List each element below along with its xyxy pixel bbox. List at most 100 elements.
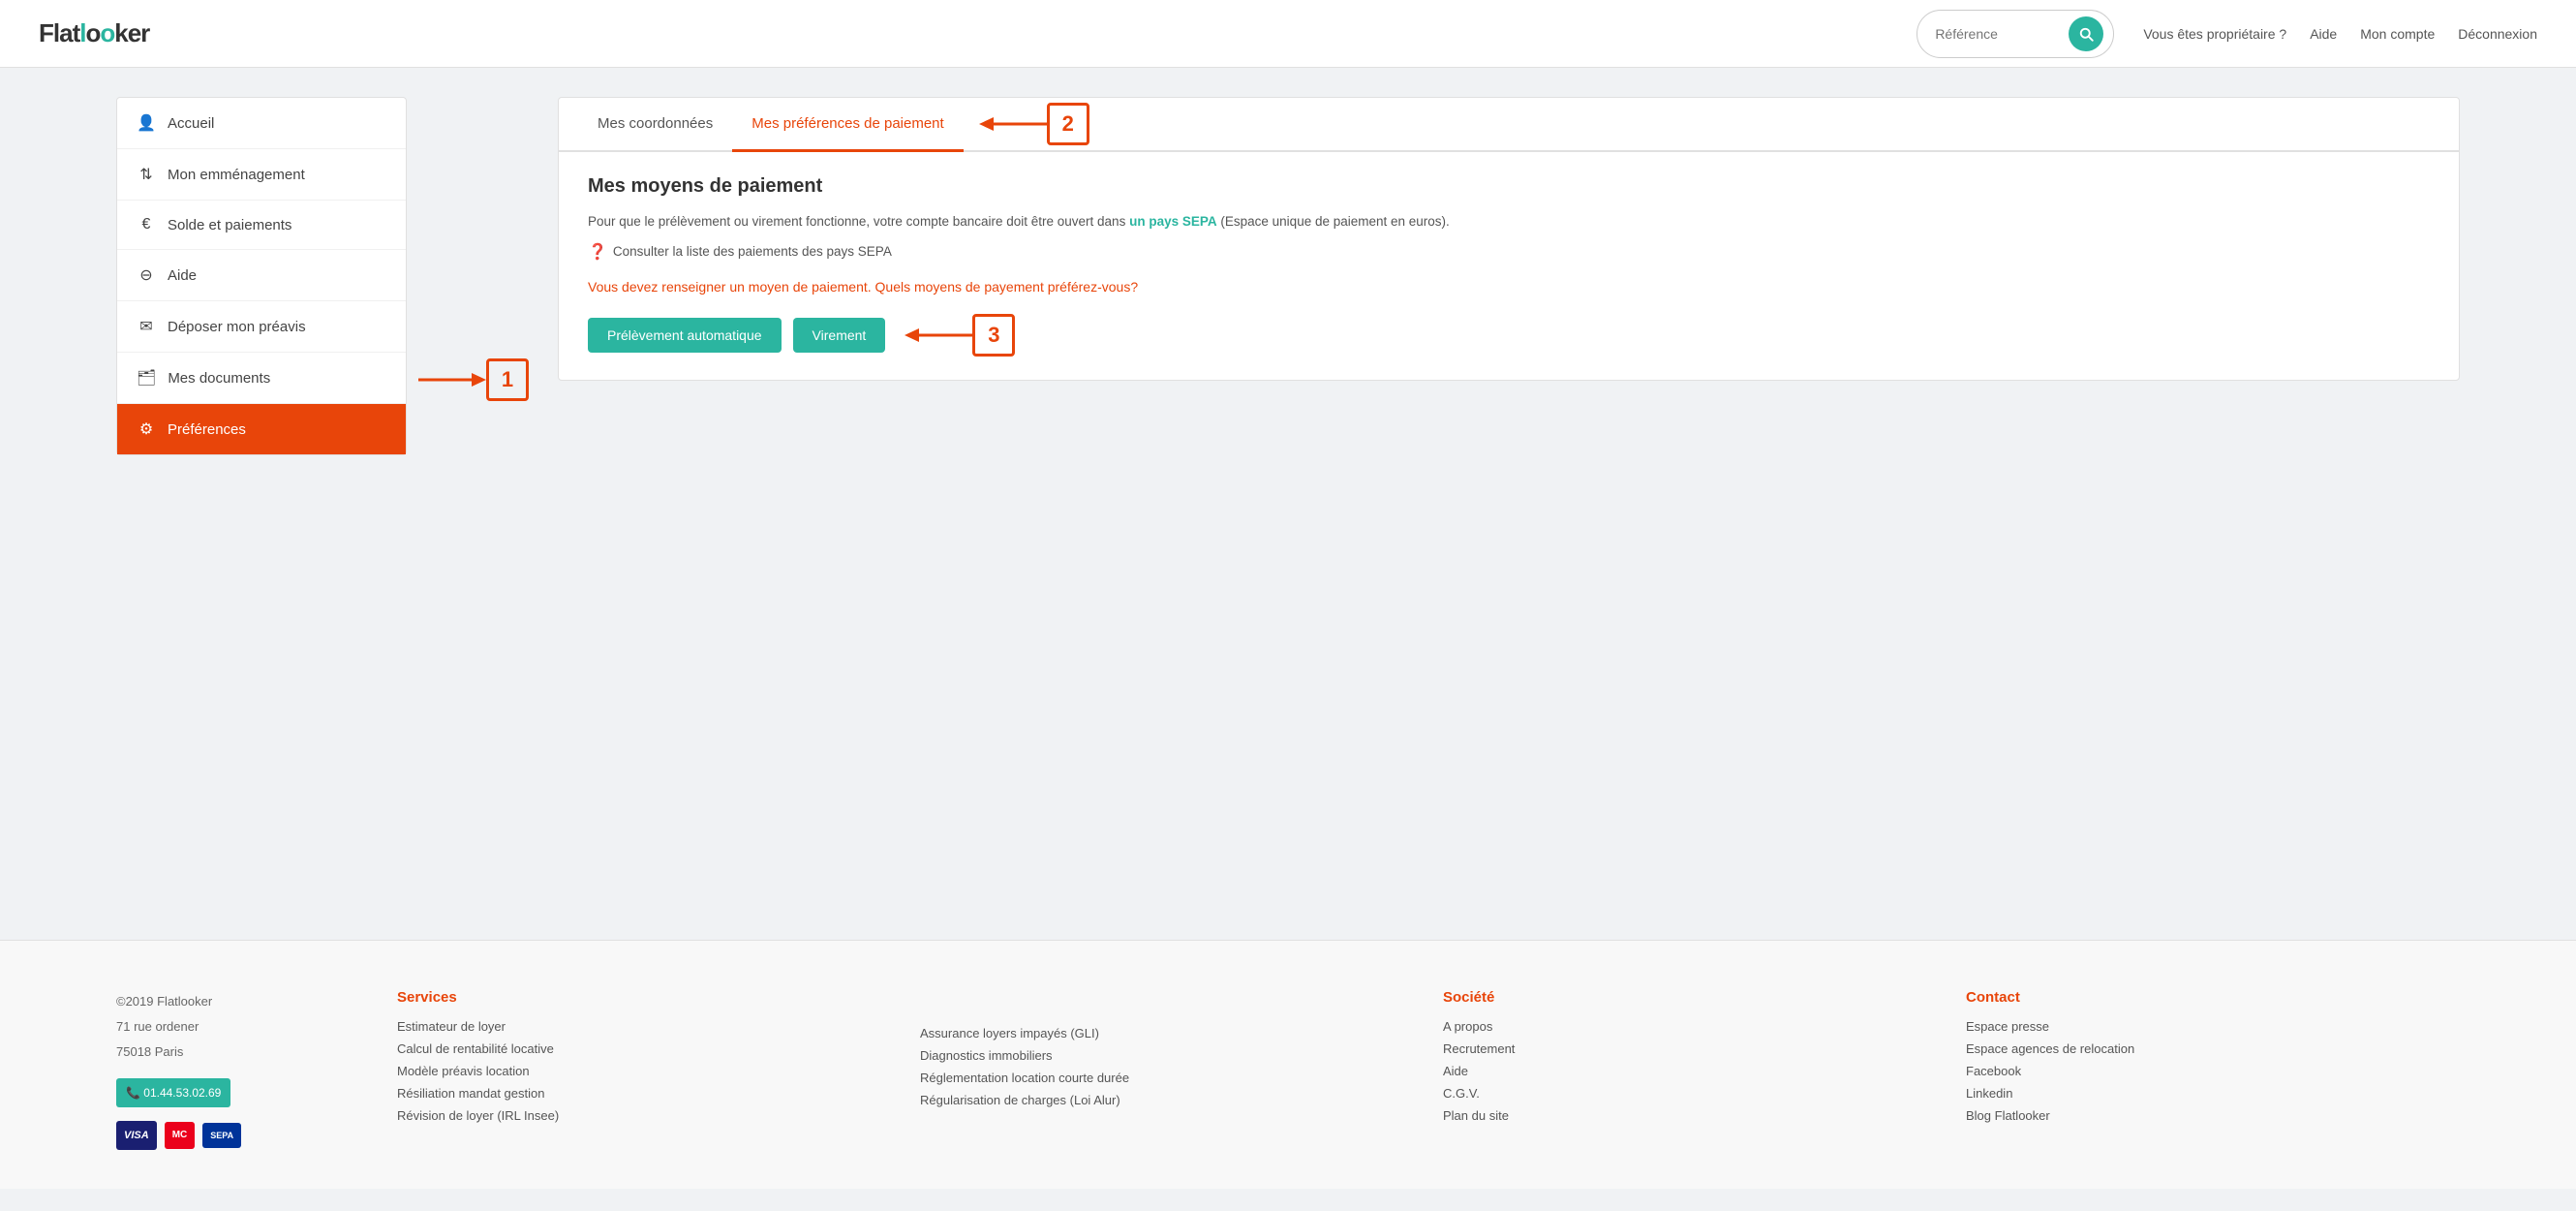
sidebar-item-documents[interactable]: 🗂 Mes documents bbox=[117, 353, 406, 404]
footer-address1: 71 rue ordener bbox=[116, 1014, 368, 1040]
owner-link[interactable]: Vous êtes propriétaire ? bbox=[2143, 26, 2286, 42]
search-bar bbox=[1917, 10, 2114, 58]
help-link[interactable]: Aide bbox=[2310, 26, 2337, 42]
help-circle-icon: ⊖ bbox=[137, 265, 156, 285]
footer-link-assurance[interactable]: Assurance loyers impayés (GLI) bbox=[920, 1026, 1414, 1040]
search-button[interactable] bbox=[2069, 16, 2103, 51]
visa-card: VISA bbox=[116, 1121, 157, 1150]
btn-prelevement[interactable]: Prélèvement automatique bbox=[588, 318, 782, 353]
footer-contact: Contact Espace presse Espace agences de … bbox=[1966, 989, 2460, 1150]
section-title: Mes moyens de paiement bbox=[588, 175, 2430, 198]
societe-title: Société bbox=[1443, 989, 1937, 1006]
footer-grid: ©2019 Flatlooker 71 rue ordener 75018 Pa… bbox=[116, 989, 2460, 1150]
annotation-2-group: 2 bbox=[979, 103, 1089, 145]
footer-address2: 75018 Paris bbox=[116, 1040, 368, 1065]
footer-link-resiliation[interactable]: Résiliation mandat gestion bbox=[397, 1086, 891, 1101]
footer-copyright: ©2019 Flatlooker bbox=[116, 989, 368, 1014]
content-wrapper: Mes coordonnées Mes préférences de paiem… bbox=[558, 97, 2460, 911]
footer-societe: Société A propos Recrutement Aide C.G.V.… bbox=[1443, 989, 1937, 1150]
sepa-card: SEPA bbox=[202, 1123, 241, 1148]
button-group-row: Prélèvement automatique Virement 3 bbox=[588, 314, 2430, 357]
footer-link-reglementation[interactable]: Réglementation location courte durée bbox=[920, 1071, 1414, 1085]
sidebar-label-aide: Aide bbox=[168, 267, 197, 284]
footer-link-presse[interactable]: Espace presse bbox=[1966, 1019, 2460, 1034]
envelope-icon: ✉ bbox=[137, 317, 156, 336]
annotation-1-group: 1 bbox=[418, 358, 529, 401]
footer-link-blog[interactable]: Blog Flatlooker bbox=[1966, 1108, 2460, 1123]
user-icon: 👤 bbox=[137, 113, 156, 133]
question-icon: ❓ bbox=[588, 242, 607, 262]
arrows-icon: ⇅ bbox=[137, 165, 156, 184]
sidebar-container: 👤 Accueil ⇅ Mon emménagement € Solde et … bbox=[116, 97, 529, 911]
tab-preferences-paiement[interactable]: Mes préférences de paiement bbox=[732, 98, 963, 152]
sidebar-item-accueil[interactable]: 👤 Accueil bbox=[117, 98, 406, 149]
content-body: Mes moyens de paiement Pour que le prélè… bbox=[559, 152, 2459, 380]
annotation-3-group: 3 bbox=[905, 314, 1015, 357]
gear-icon: ⚙ bbox=[137, 419, 156, 439]
logout-link[interactable]: Déconnexion bbox=[2458, 26, 2537, 42]
folder-icon: 🗂 bbox=[137, 368, 156, 388]
sidebar-label-documents: Mes documents bbox=[168, 370, 270, 387]
search-icon bbox=[2077, 25, 2095, 43]
services-title: Services bbox=[397, 989, 891, 1006]
consult-link[interactable]: ❓ Consulter la liste des paiements des p… bbox=[588, 242, 2430, 262]
sidebar-label-accueil: Accueil bbox=[168, 115, 214, 132]
tab-coordonnees[interactable]: Mes coordonnées bbox=[578, 98, 732, 152]
sepa-link[interactable]: un pays SEPA bbox=[1129, 214, 1217, 229]
footer-services-col2: Assurance loyers impayés (GLI) Diagnosti… bbox=[920, 989, 1414, 1150]
search-input[interactable] bbox=[1935, 26, 2061, 42]
footer-link-regularisation[interactable]: Régularisation de charges (Loi Alur) bbox=[920, 1093, 1414, 1107]
footer-phone[interactable]: 📞 01.44.53.02.69 bbox=[116, 1078, 230, 1107]
sidebar-item-preavis[interactable]: ✉ Déposer mon préavis bbox=[117, 301, 406, 353]
footer-link-plan[interactable]: Plan du site bbox=[1443, 1108, 1937, 1123]
info-paragraph: Pour que le prélèvement ou virement fonc… bbox=[588, 211, 2430, 233]
sidebar-label-emmenagement: Mon emménagement bbox=[168, 167, 305, 183]
footer-link-cgv[interactable]: C.G.V. bbox=[1443, 1086, 1937, 1101]
footer-brand: ©2019 Flatlooker 71 rue ordener 75018 Pa… bbox=[116, 989, 368, 1150]
footer-services-col1: Services Estimateur de loyer Calcul de r… bbox=[397, 989, 891, 1150]
arrow-1-icon bbox=[418, 368, 486, 391]
badge-2: 2 bbox=[1047, 103, 1089, 145]
footer-link-revision[interactable]: Révision de loyer (IRL Insee) bbox=[397, 1108, 891, 1123]
mastercard-card: MC bbox=[165, 1122, 196, 1149]
footer-link-recrutement[interactable]: Recrutement bbox=[1443, 1041, 1937, 1056]
footer-link-preavis[interactable]: Modèle préavis location bbox=[397, 1064, 891, 1078]
sidebar-item-emmenagement[interactable]: ⇅ Mon emménagement bbox=[117, 149, 406, 201]
euro-icon: € bbox=[137, 216, 156, 233]
btn-virement[interactable]: Virement bbox=[793, 318, 886, 353]
header-nav: Vous êtes propriétaire ? Aide Mon compte… bbox=[2143, 26, 2537, 42]
consult-text: Consulter la liste des paiements des pay… bbox=[613, 244, 892, 259]
footer-cards: VISA MC SEPA bbox=[116, 1121, 368, 1150]
info-text-2: (Espace unique de paiement en euros). bbox=[1220, 214, 1449, 229]
badge-3: 3 bbox=[972, 314, 1015, 357]
footer-link-rentabilite[interactable]: Calcul de rentabilité locative bbox=[397, 1041, 891, 1056]
sidebar-item-solde[interactable]: € Solde et paiements bbox=[117, 201, 406, 250]
tabs: Mes coordonnées Mes préférences de paiem… bbox=[578, 98, 964, 150]
arrow-2-icon bbox=[979, 112, 1047, 136]
footer-link-apropos[interactable]: A propos bbox=[1443, 1019, 1937, 1034]
footer-link-aide[interactable]: Aide bbox=[1443, 1064, 1937, 1078]
info-text-1: Pour que le prélèvement ou virement fonc… bbox=[588, 214, 1125, 229]
sidebar-item-aide[interactable]: ⊖ Aide bbox=[117, 250, 406, 301]
sidebar-label-solde: Solde et paiements bbox=[168, 217, 291, 233]
footer-link-agences[interactable]: Espace agences de relocation bbox=[1966, 1041, 2460, 1056]
sidebar-label-preferences: Préférences bbox=[168, 421, 246, 438]
badge-1: 1 bbox=[486, 358, 529, 401]
sidebar: 👤 Accueil ⇅ Mon emménagement € Solde et … bbox=[116, 97, 407, 455]
footer-link-linkedin[interactable]: Linkedin bbox=[1966, 1086, 2460, 1101]
logo: Flatlooker bbox=[39, 18, 149, 48]
footer-link-loyer[interactable]: Estimateur de loyer bbox=[397, 1019, 891, 1034]
header: Flatlooker Vous êtes propriétaire ? Aide… bbox=[0, 0, 2576, 68]
sidebar-item-preferences[interactable]: ⚙ Préférences bbox=[117, 404, 406, 454]
contact-title: Contact bbox=[1966, 989, 2460, 1006]
account-link[interactable]: Mon compte bbox=[2360, 26, 2435, 42]
sidebar-label-preavis: Déposer mon préavis bbox=[168, 319, 306, 335]
phone-icon: 📞 bbox=[126, 1086, 143, 1100]
warning-text: Vous devez renseigner un moyen de paieme… bbox=[588, 279, 2430, 295]
btn-group: Prélèvement automatique Virement bbox=[588, 318, 885, 353]
footer: ©2019 Flatlooker 71 rue ordener 75018 Pa… bbox=[0, 940, 2576, 1189]
footer-link-facebook[interactable]: Facebook bbox=[1966, 1064, 2460, 1078]
content-panel: Mes coordonnées Mes préférences de paiem… bbox=[558, 97, 2460, 381]
main-wrapper: 👤 Accueil ⇅ Mon emménagement € Solde et … bbox=[0, 68, 2576, 940]
footer-link-diagnostics[interactable]: Diagnostics immobiliers bbox=[920, 1048, 1414, 1063]
